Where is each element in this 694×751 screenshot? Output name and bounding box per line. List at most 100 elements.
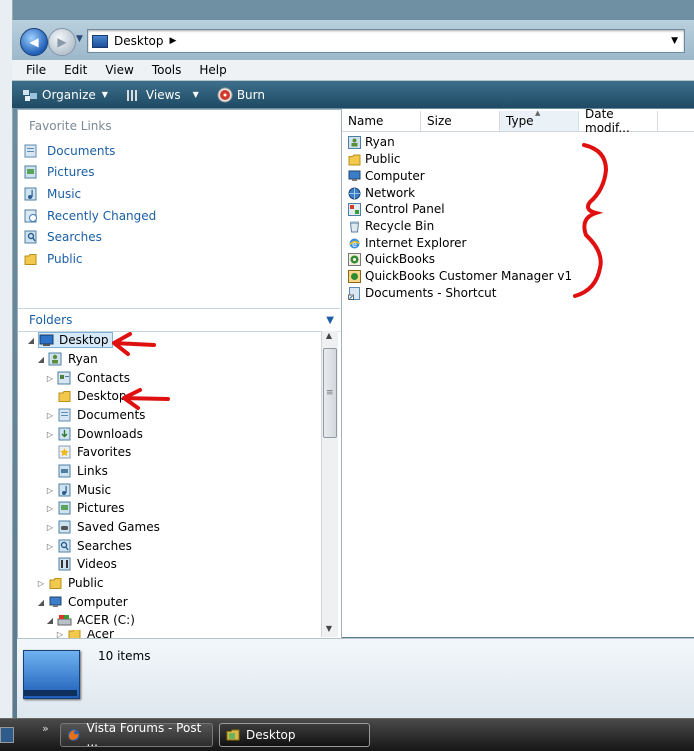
file-item-recycle-bin[interactable]: Recycle Bin xyxy=(348,218,434,234)
burn-icon xyxy=(217,87,233,102)
favorite-link-public[interactable]: Public xyxy=(24,252,83,266)
favorite-link-label: Recently Changed xyxy=(47,209,157,223)
collapse-arrow-icon[interactable]: ▷ xyxy=(46,374,54,383)
column-type-label: Type xyxy=(506,114,534,128)
taskbar-button-desktop[interactable]: Desktop xyxy=(219,723,370,747)
collapse-arrow-icon[interactable]: ▷ xyxy=(37,579,45,588)
tree-item-ryan[interactable]: ◢ Ryan xyxy=(37,350,98,368)
address-location[interactable]: Desktop xyxy=(114,34,164,48)
tree-item-computer[interactable]: ◢ Computer xyxy=(37,593,128,611)
file-item-public[interactable]: Public xyxy=(348,151,401,167)
documents-icon xyxy=(58,408,71,422)
collapse-arrow-icon[interactable]: ▷ xyxy=(46,411,54,420)
folders-header[interactable]: Folders ▼ xyxy=(18,308,340,332)
column-date-label: Date modif... xyxy=(585,107,630,135)
recent-pages-dropdown[interactable]: ▼ xyxy=(76,34,83,44)
column-type[interactable]: ▲ Type xyxy=(500,109,579,131)
tree-item-videos[interactable]: Videos xyxy=(46,555,117,573)
collapse-arrow-icon[interactable]: ▷ xyxy=(46,523,54,532)
tree-item-links[interactable]: Links xyxy=(46,462,108,480)
favorite-link-recently-changed[interactable]: Recently Changed xyxy=(24,209,156,223)
chevron-down-icon[interactable]: ▼ xyxy=(326,315,334,326)
file-item-control-panel[interactable]: Control Panel xyxy=(348,201,445,217)
file-item-computer[interactable]: Computer xyxy=(348,168,425,184)
show-desktop-icon[interactable] xyxy=(0,727,14,743)
views-icon xyxy=(126,89,137,101)
tree-item-documents[interactable]: ▷ Documents xyxy=(46,406,146,424)
taskbar-button-firefox[interactable]: Vista Forums - Post ... xyxy=(60,721,213,749)
expand-arrow-icon[interactable]: ◢ xyxy=(46,616,54,625)
organize-icon xyxy=(23,89,37,101)
tree-item-acer-drive[interactable]: ◢ ACER (C:) xyxy=(46,611,135,629)
menu-file[interactable]: File xyxy=(26,63,46,77)
scroll-up-icon[interactable]: ▲ xyxy=(321,331,337,345)
favorite-link-searches[interactable]: Searches xyxy=(24,230,102,244)
tree-item-downloads[interactable]: ▷ Downloads xyxy=(46,425,143,443)
burn-label: Burn xyxy=(236,87,265,102)
favorite-link-label: Documents xyxy=(47,144,116,158)
file-name: Recycle Bin xyxy=(365,219,435,233)
scroll-down-icon[interactable]: ▼ xyxy=(321,624,337,638)
tree-item-music[interactable]: ▷ Music xyxy=(46,481,111,499)
svg-text:e: e xyxy=(352,240,357,249)
breadcrumb-chevron-icon[interactable]: ▶ xyxy=(170,36,177,46)
expand-arrow-icon[interactable]: ◢ xyxy=(37,355,45,364)
menu-help[interactable]: Help xyxy=(199,63,226,77)
file-item-documents-shortcut[interactable]: Documents - Shortcut xyxy=(348,285,497,301)
user-folder-icon xyxy=(348,135,361,149)
tree-item-pictures[interactable]: ▷ Pictures xyxy=(46,499,125,517)
collapse-arrow-icon[interactable]: ▷ xyxy=(56,630,64,638)
favorite-link-music[interactable]: Music xyxy=(24,187,81,201)
chevron-down-icon: ▼ xyxy=(192,90,199,99)
tree-item-public[interactable]: ▷ Public xyxy=(37,574,104,592)
control-panel-icon xyxy=(348,202,361,216)
collapse-arrow-icon[interactable]: ▷ xyxy=(46,542,54,551)
file-item-network[interactable]: Network xyxy=(348,185,415,201)
computer-icon xyxy=(348,170,361,181)
favorite-link-documents[interactable]: Documents xyxy=(24,144,115,158)
expand-arrow-icon[interactable]: ◢ xyxy=(27,336,35,345)
favorites-icon xyxy=(58,445,71,459)
address-bar[interactable]: Desktop ▶ ▼ xyxy=(87,29,685,53)
tree-item-contacts[interactable]: ▷ Contacts xyxy=(46,369,130,387)
back-button[interactable]: ◀ xyxy=(20,28,48,56)
menu-tools[interactable]: Tools xyxy=(152,63,182,77)
collapse-arrow-icon[interactable]: ▷ xyxy=(46,486,54,495)
tree-item-acer-folder[interactable]: ▷ Acer xyxy=(56,630,114,638)
file-item-quickbooks-customer-manager[interactable]: QuickBooks Customer Manager v1 xyxy=(348,268,572,284)
favorite-link-pictures[interactable]: Pictures xyxy=(24,165,95,179)
organize-button[interactable]: Organize ▼ xyxy=(22,88,108,102)
downloads-icon xyxy=(58,427,71,441)
column-name[interactable]: Name xyxy=(342,111,421,131)
tree-item-desktop[interactable]: ◢ Desktop xyxy=(27,331,113,349)
views-button[interactable]: Views ▼ xyxy=(126,88,199,102)
file-name: Network xyxy=(365,186,416,200)
expand-arrow-icon[interactable]: ◢ xyxy=(37,598,45,607)
public-folder-icon xyxy=(24,254,37,265)
quickbooks-icon xyxy=(348,252,361,266)
tree-item-searches[interactable]: ▷ Searches xyxy=(46,537,132,555)
tree-item-saved-games[interactable]: ▷ Saved Games xyxy=(46,518,160,536)
menu-view[interactable]: View xyxy=(105,63,133,77)
documents-icon xyxy=(24,144,37,158)
file-item-quickbooks[interactable]: QuickBooks xyxy=(348,251,435,267)
tree-item-favorites[interactable]: Favorites xyxy=(46,443,131,461)
videos-icon xyxy=(58,557,71,571)
file-item-internet-explorer[interactable]: e Internet Explorer xyxy=(348,235,466,251)
tree-item-label: ACER (C:) xyxy=(77,613,135,627)
collapse-arrow-icon[interactable]: ▷ xyxy=(46,504,54,513)
collapse-arrow-icon[interactable]: ▷ xyxy=(46,430,54,439)
tree-item-label: Searches xyxy=(77,539,132,553)
tree-item-desktop-folder[interactable]: Desktop xyxy=(46,387,127,405)
burn-button[interactable]: Burn xyxy=(217,87,265,103)
forward-button[interactable]: ▶ xyxy=(48,28,76,56)
music-icon xyxy=(58,483,71,497)
column-size[interactable]: Size xyxy=(421,111,500,131)
quick-launch-overflow[interactable]: » xyxy=(42,722,49,735)
file-item-ryan[interactable]: Ryan xyxy=(348,134,395,150)
favorite-link-label: Public xyxy=(47,252,83,266)
folder-icon xyxy=(58,391,71,402)
address-dropdown-icon[interactable]: ▼ xyxy=(671,36,678,46)
column-date-modified[interactable]: Date modif... xyxy=(579,107,658,135)
menu-edit[interactable]: Edit xyxy=(64,63,87,77)
